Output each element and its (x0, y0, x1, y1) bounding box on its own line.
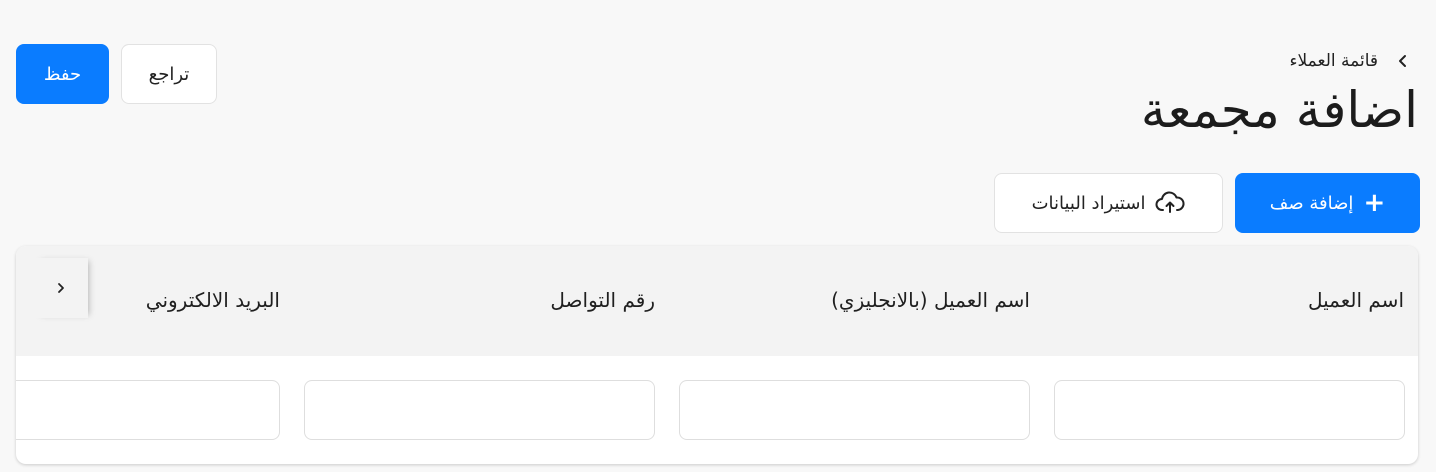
table-header-row: اسم العميل اسم العميل (بالانجليزي) رقم ا… (16, 246, 1418, 356)
scroll-table-button[interactable] (34, 258, 88, 318)
save-button-label: حفظ (43, 63, 82, 85)
column-header-contact-number: رقم التواصل (550, 288, 655, 312)
column-header-customer-name-en: اسم العميل (بالانجليزي) (831, 288, 1030, 312)
contact-number-input[interactable] (304, 380, 655, 440)
breadcrumb-customers-list[interactable]: قائمة العملاء (1290, 51, 1378, 71)
bulk-add-table: اسم العميل اسم العميل (بالانجليزي) رقم ا… (16, 246, 1418, 464)
chevron-left-icon (1392, 50, 1414, 72)
customer-name-en-input[interactable] (679, 380, 1030, 440)
import-data-button[interactable]: استيراد البيانات (994, 173, 1223, 233)
plus-icon: + (1363, 188, 1386, 218)
cloud-upload-icon (1155, 191, 1185, 215)
page: حفظ تراجع قائمة العملاء اضافة مجمعة + إض… (0, 0, 1436, 472)
page-title: اضافة مجمعة (1140, 81, 1418, 139)
email-input[interactable] (16, 380, 280, 440)
chevron-right-icon (55, 282, 67, 294)
add-row-label: إضافة صف (1269, 192, 1354, 214)
add-row-button[interactable]: + إضافة صف (1235, 173, 1420, 233)
column-header-customer-name: اسم العميل (1307, 288, 1404, 312)
customer-name-input[interactable] (1054, 380, 1405, 440)
import-data-label: استيراد البيانات (1031, 192, 1146, 214)
save-button[interactable]: حفظ (16, 44, 109, 104)
column-header-email: البريد الالكتروني (145, 288, 280, 312)
breadcrumb[interactable]: قائمة العملاء (1290, 50, 1414, 72)
back-button[interactable]: تراجع (121, 44, 217, 104)
back-button-label: تراجع (148, 63, 190, 85)
